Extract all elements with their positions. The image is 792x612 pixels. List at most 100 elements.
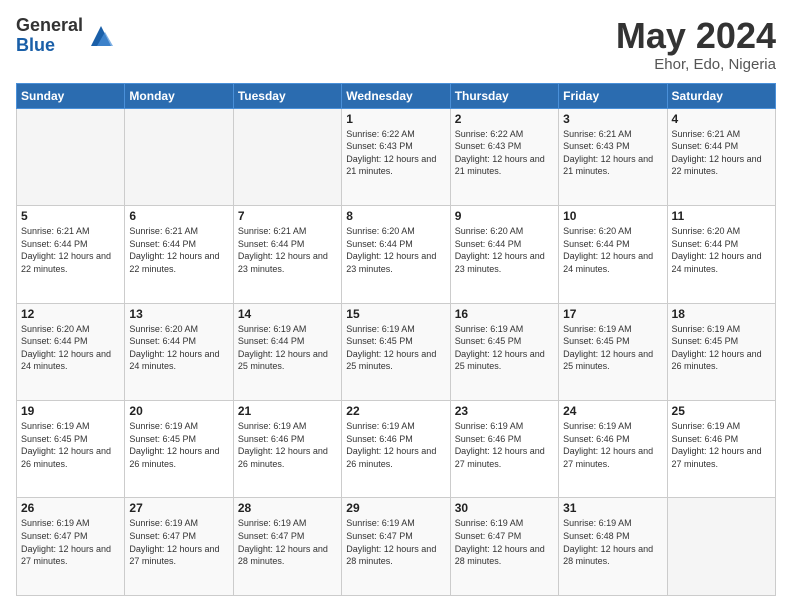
day-info: Sunrise: 6:21 AMSunset: 6:44 PMDaylight:…	[129, 226, 219, 274]
table-row: 29 Sunrise: 6:19 AMSunset: 6:47 PMDayligh…	[342, 498, 450, 596]
day-info: Sunrise: 6:19 AMSunset: 6:47 PMDaylight:…	[346, 518, 436, 566]
day-number: 12	[21, 307, 120, 321]
header: General Blue May 2024 Ehor, Edo, Nigeria	[16, 16, 776, 73]
table-row: 9 Sunrise: 6:20 AMSunset: 6:44 PMDaylight…	[450, 206, 558, 303]
day-number: 26	[21, 501, 120, 515]
day-number: 22	[346, 404, 445, 418]
table-row: 3Sunrise: 6:21 AMSunset: 6:43 PMDaylight…	[559, 108, 667, 205]
day-info: Sunrise: 6:20 AMSunset: 6:44 PMDaylight:…	[21, 324, 111, 372]
day-number: 2	[455, 112, 554, 126]
day-number: 21	[238, 404, 337, 418]
day-number: 11	[672, 209, 771, 223]
table-row	[125, 108, 233, 205]
table-row: 26 Sunrise: 6:19 AMSunset: 6:47 PMDayligh…	[17, 498, 125, 596]
day-info: Sunrise: 6:19 AMSunset: 6:45 PMDaylight:…	[563, 324, 653, 372]
day-number: 9	[455, 209, 554, 223]
day-number: 3	[563, 112, 662, 126]
day-info: Sunrise: 6:22 AMSunset: 6:43 PMDaylight:…	[346, 129, 436, 177]
table-row: 8 Sunrise: 6:20 AMSunset: 6:44 PMDaylight…	[342, 206, 450, 303]
day-info: Sunrise: 6:22 AMSunset: 6:43 PMDaylight:…	[455, 129, 545, 177]
day-number: 5	[21, 209, 120, 223]
location: Ehor, Edo, Nigeria	[616, 56, 776, 73]
day-number: 27	[129, 501, 228, 515]
table-row: 2 Sunrise: 6:22 AMSunset: 6:43 PMDaylight…	[450, 108, 558, 205]
month-title: May 2024	[616, 16, 776, 56]
day-info: Sunrise: 6:19 AMSunset: 6:46 PMDaylight:…	[238, 421, 328, 469]
table-row: 16Sunrise: 6:19 AMSunset: 6:45 PMDayligh…	[450, 303, 558, 400]
day-info: Sunrise: 6:19 AMSunset: 6:45 PMDaylight:…	[346, 324, 436, 372]
day-info: Sunrise: 6:19 AMSunset: 6:45 PMDaylight:…	[129, 421, 219, 469]
logo-text: General Blue	[16, 16, 83, 56]
table-row	[233, 108, 341, 205]
table-row: 27 Sunrise: 6:19 AMSunset: 6:47 PMDayligh…	[125, 498, 233, 596]
table-row: 15 Sunrise: 6:19 AMSunset: 6:45 PMDayligh…	[342, 303, 450, 400]
page: General Blue May 2024 Ehor, Edo, Nigeria…	[0, 0, 792, 612]
table-row: 12 Sunrise: 6:20 AMSunset: 6:44 PMDayligh…	[17, 303, 125, 400]
day-number: 16	[455, 307, 554, 321]
logo-general: General	[16, 16, 83, 36]
table-row	[17, 108, 125, 205]
day-number: 7	[238, 209, 337, 223]
table-row	[667, 498, 775, 596]
table-row: 5 Sunrise: 6:21 AMSunset: 6:44 PMDaylight…	[17, 206, 125, 303]
day-info: Sunrise: 6:19 AMSunset: 6:44 PMDaylight:…	[238, 324, 328, 372]
col-saturday: Saturday	[667, 83, 775, 108]
calendar-header-row: Sunday Monday Tuesday Wednesday Thursday…	[17, 83, 776, 108]
logo-icon	[87, 22, 115, 50]
day-number: 23	[455, 404, 554, 418]
day-info: Sunrise: 6:21 AMSunset: 6:44 PMDaylight:…	[21, 226, 111, 274]
day-number: 28	[238, 501, 337, 515]
day-number: 13	[129, 307, 228, 321]
table-row: 21 Sunrise: 6:19 AMSunset: 6:46 PMDayligh…	[233, 401, 341, 498]
day-info: Sunrise: 6:20 AMSunset: 6:44 PMDaylight:…	[563, 226, 653, 274]
day-info: Sunrise: 6:19 AMSunset: 6:46 PMDaylight:…	[455, 421, 545, 469]
day-info: Sunrise: 6:19 AMSunset: 6:46 PMDaylight:…	[563, 421, 653, 469]
calendar-week-row: 26 Sunrise: 6:19 AMSunset: 6:47 PMDayligh…	[17, 498, 776, 596]
day-info: Sunrise: 6:19 AMSunset: 6:46 PMDaylight:…	[346, 421, 436, 469]
day-info: Sunrise: 6:21 AMSunset: 6:44 PMDaylight:…	[238, 226, 328, 274]
col-friday: Friday	[559, 83, 667, 108]
day-info: Sunrise: 6:19 AMSunset: 6:47 PMDaylight:…	[21, 518, 111, 566]
table-row: 13Sunrise: 6:20 AMSunset: 6:44 PMDayligh…	[125, 303, 233, 400]
table-row: 11Sunrise: 6:20 AMSunset: 6:44 PMDayligh…	[667, 206, 775, 303]
day-number: 4	[672, 112, 771, 126]
day-number: 18	[672, 307, 771, 321]
col-monday: Monday	[125, 83, 233, 108]
day-number: 31	[563, 501, 662, 515]
day-number: 6	[129, 209, 228, 223]
table-row: 25Sunrise: 6:19 AMSunset: 6:46 PMDayligh…	[667, 401, 775, 498]
table-row: 10 Sunrise: 6:20 AMSunset: 6:44 PMDayligh…	[559, 206, 667, 303]
day-number: 14	[238, 307, 337, 321]
day-info: Sunrise: 6:19 AMSunset: 6:45 PMDaylight:…	[21, 421, 111, 469]
calendar-week-row: 19Sunrise: 6:19 AMSunset: 6:45 PMDayligh…	[17, 401, 776, 498]
col-sunday: Sunday	[17, 83, 125, 108]
calendar-week-row: 12 Sunrise: 6:20 AMSunset: 6:44 PMDayligh…	[17, 303, 776, 400]
day-info: Sunrise: 6:19 AMSunset: 6:47 PMDaylight:…	[129, 518, 219, 566]
day-info: Sunrise: 6:19 AMSunset: 6:46 PMDaylight:…	[672, 421, 762, 469]
day-info: Sunrise: 6:20 AMSunset: 6:44 PMDaylight:…	[455, 226, 545, 274]
table-row: 6 Sunrise: 6:21 AMSunset: 6:44 PMDaylight…	[125, 206, 233, 303]
day-number: 8	[346, 209, 445, 223]
day-info: Sunrise: 6:19 AMSunset: 6:45 PMDaylight:…	[672, 324, 762, 372]
table-row: 28 Sunrise: 6:19 AMSunset: 6:47 PMDayligh…	[233, 498, 341, 596]
day-info: Sunrise: 6:20 AMSunset: 6:44 PMDaylight:…	[346, 226, 436, 274]
table-row: 22 Sunrise: 6:19 AMSunset: 6:46 PMDayligh…	[342, 401, 450, 498]
calendar-table: Sunday Monday Tuesday Wednesday Thursday…	[16, 83, 776, 596]
calendar-week-row: 5 Sunrise: 6:21 AMSunset: 6:44 PMDaylight…	[17, 206, 776, 303]
table-row: 19Sunrise: 6:19 AMSunset: 6:45 PMDayligh…	[17, 401, 125, 498]
day-number: 1	[346, 112, 445, 126]
day-number: 10	[563, 209, 662, 223]
col-tuesday: Tuesday	[233, 83, 341, 108]
day-info: Sunrise: 6:19 AMSunset: 6:47 PMDaylight:…	[238, 518, 328, 566]
table-row: 23 Sunrise: 6:19 AMSunset: 6:46 PMDayligh…	[450, 401, 558, 498]
title-block: May 2024 Ehor, Edo, Nigeria	[616, 16, 776, 73]
logo-blue: Blue	[16, 36, 83, 56]
day-number: 29	[346, 501, 445, 515]
logo: General Blue	[16, 16, 115, 56]
col-wednesday: Wednesday	[342, 83, 450, 108]
day-number: 15	[346, 307, 445, 321]
table-row: 1 Sunrise: 6:22 AMSunset: 6:43 PMDaylight…	[342, 108, 450, 205]
table-row: 31Sunrise: 6:19 AMSunset: 6:48 PMDayligh…	[559, 498, 667, 596]
table-row: 14 Sunrise: 6:19 AMSunset: 6:44 PMDayligh…	[233, 303, 341, 400]
table-row: 18 Sunrise: 6:19 AMSunset: 6:45 PMDayligh…	[667, 303, 775, 400]
